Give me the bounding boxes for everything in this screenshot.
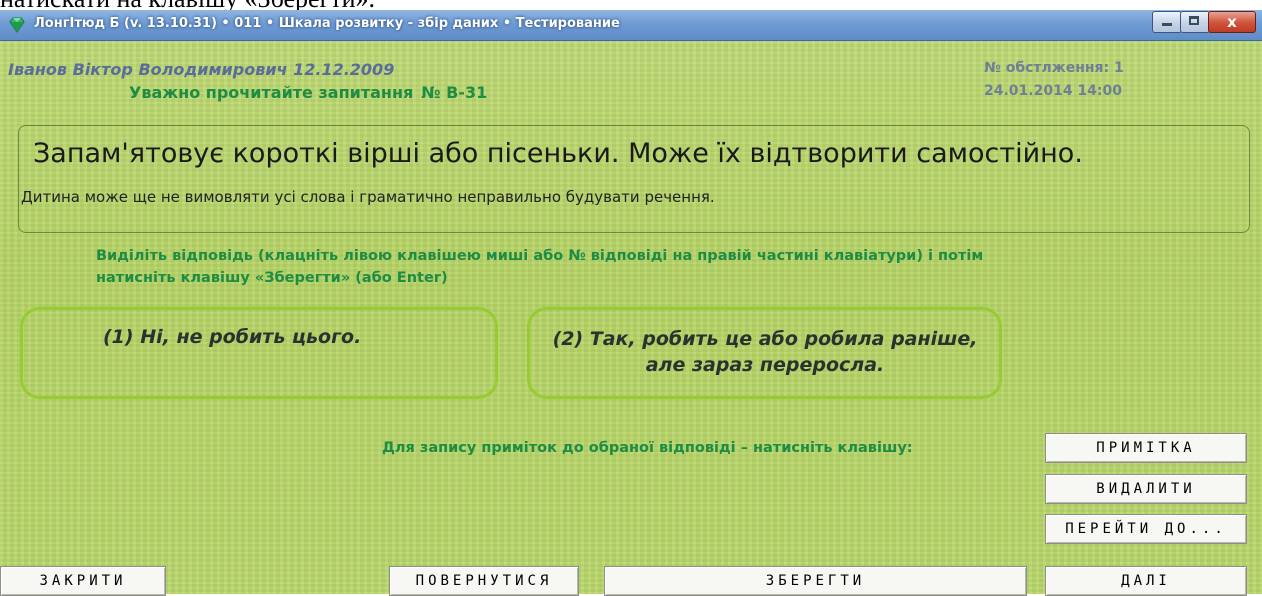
minimize-icon	[1162, 23, 1172, 26]
answer-option-2[interactable]: (2) Так, робить це або робила раніше, ал…	[527, 307, 1002, 399]
close-button[interactable]: ЗАКРИТИ	[0, 566, 166, 596]
read-prompt-text: Уважно прочитайте запитання	[129, 83, 414, 102]
question-note: Дитина може ще не вимовляти усі слова і …	[21, 188, 715, 206]
window-title: ЛонгІтюд Б (v. 13.10.31) • 011 • Шкала р…	[34, 16, 620, 31]
answer-label: (1) Ні, не робить цього.	[103, 326, 362, 348]
next-button[interactable]: ДАЛІ	[1045, 566, 1247, 596]
patient-info: Іванов Віктор Володимирович 12.12.2009	[8, 60, 395, 79]
close-icon: x	[1227, 13, 1237, 31]
close-window-button[interactable]: x	[1208, 11, 1256, 33]
read-question-prompt: Уважно прочитайте запитання № В-31	[129, 83, 487, 102]
minimize-button[interactable]	[1152, 11, 1182, 33]
maximize-button[interactable]	[1180, 11, 1210, 33]
note-button[interactable]: ПРИМІТКА	[1045, 433, 1247, 463]
question-number: № В-31	[421, 83, 488, 102]
notes-prompt: Для запису приміток до обраної відповіді…	[382, 440, 913, 456]
answer-label: (2) Так, робить це або робила раніше, ал…	[552, 328, 978, 376]
exam-number: № обстлження: 1	[984, 60, 1124, 76]
back-button[interactable]: ПОВЕРНУТИСЯ	[389, 566, 579, 596]
app-window: ЛонгІтюд Б (v. 13.10.31) • 011 • Шкала р…	[0, 10, 1262, 596]
gem-icon	[9, 17, 25, 33]
save-button[interactable]: ЗБЕРЕГТИ	[604, 566, 1027, 596]
answer-option-1[interactable]: (1) Ні, не робить цього.	[20, 307, 498, 399]
delete-button[interactable]: ВИДАЛИТИ	[1045, 474, 1247, 504]
title-bar[interactable]: ЛонгІтюд Б (v. 13.10.31) • 011 • Шкала р…	[0, 10, 1262, 41]
instruction-text: Виділіть відповідь (клацніть лівою клаві…	[96, 248, 984, 286]
maximize-icon	[1189, 16, 1199, 25]
question-text: Запам'ятовує короткі вірші або пісеньки.…	[33, 138, 1083, 169]
question-box: Запам'ятовує короткі вірші або пісеньки.…	[18, 125, 1250, 233]
exam-datetime: 24.01.2014 14:00	[984, 83, 1123, 99]
goto-button[interactable]: ПЕРЕЙТИ ДО...	[1045, 514, 1247, 544]
